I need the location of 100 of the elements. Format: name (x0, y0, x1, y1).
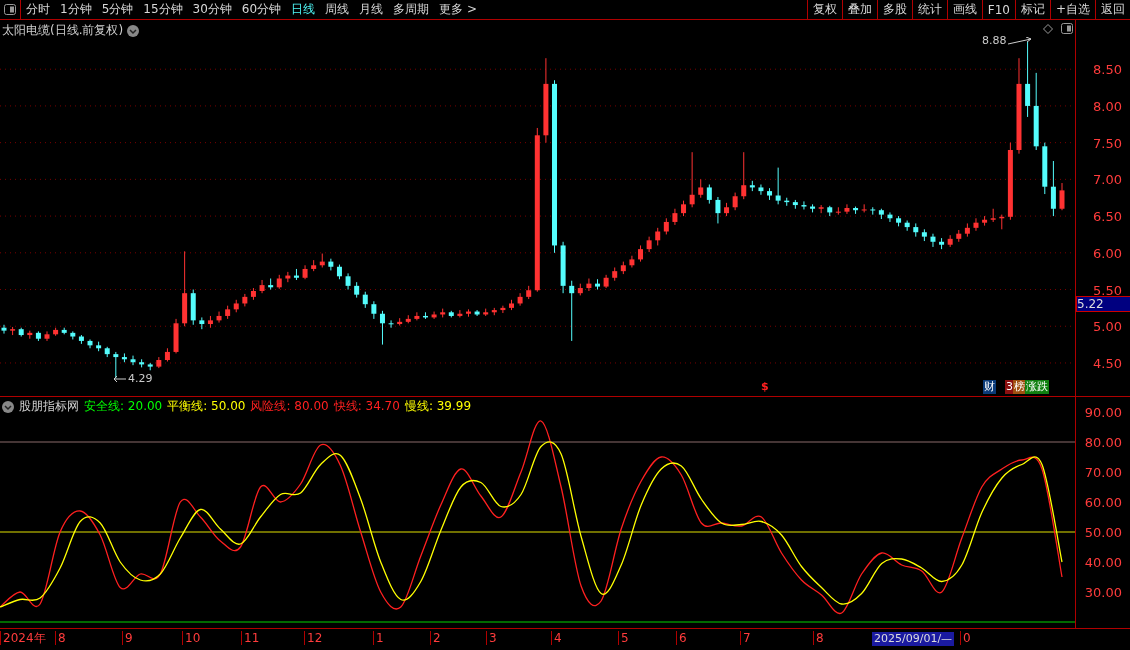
candlestick (44, 330, 50, 342)
date-axis-label: 9 (122, 631, 133, 645)
date-axis-label: 6 (676, 631, 687, 645)
legend-item: 平衡线: 50.00 (167, 398, 246, 415)
candlestick (835, 206, 841, 216)
candlestick (715, 196, 721, 224)
legend-item: 快线: 34.70 (333, 398, 400, 415)
candlestick (930, 233, 936, 248)
toolbar-button[interactable]: 画线 (946, 0, 982, 19)
panel-toggle-icon[interactable] (4, 4, 16, 15)
toolbar-button[interactable]: 复权 (806, 0, 842, 19)
date-axis-label: 8 (813, 631, 824, 645)
candlestick (586, 278, 592, 292)
period-tab[interactable]: 15分钟 (138, 0, 188, 19)
toolbar-button[interactable]: 返回 (1095, 0, 1130, 19)
period-tab[interactable]: 月线 (354, 0, 389, 19)
date-axis-label: 2 (430, 631, 441, 645)
toolbar-button[interactable]: 标记 (1014, 0, 1050, 19)
candlestick (87, 338, 93, 349)
price-axis-label: 7.00 (1093, 172, 1122, 188)
period-tab[interactable]: 30分钟 (187, 0, 237, 19)
indicator-axis-label: 60.00 (1084, 494, 1122, 510)
indicator-axis-label: 50.00 (1084, 524, 1122, 540)
legend-item: 慢线: 39.99 (404, 398, 472, 415)
candlestick (844, 203, 850, 215)
period-tab[interactable]: 1分钟 (55, 0, 97, 19)
dropdown-icon[interactable] (127, 24, 140, 37)
candlestick (870, 206, 876, 216)
indicator-axis-label: 40.00 (1084, 554, 1122, 570)
period-tab[interactable]: 日线 (286, 0, 321, 19)
stock-title: 太阳电缆(日线.前复权) (2, 22, 124, 39)
candlestick (328, 258, 334, 271)
candlestick (1059, 182, 1065, 211)
date-axis-label: 11 (241, 631, 260, 645)
candlestick (414, 311, 420, 321)
candlestick (216, 311, 222, 324)
date-axis-label: 2024年 (0, 631, 46, 645)
price-axis-label: 8.00 (1093, 98, 1122, 114)
candlestick (1025, 40, 1031, 118)
date-axis-label: 0 (960, 631, 971, 645)
candlestick (706, 184, 712, 205)
date-axis-label: 12 (304, 631, 323, 645)
event-badge[interactable]: 财 (983, 380, 996, 394)
date-axis-label: 7 (740, 631, 751, 645)
toolbar-button[interactable]: 统计 (911, 0, 947, 19)
low-price-label: 4.29 (128, 372, 153, 385)
legend-item: 风险线: 80.00 (250, 398, 329, 415)
candlestick (698, 178, 704, 199)
candlestick (113, 351, 119, 379)
arrow-icon (113, 374, 127, 383)
candlestick (1, 324, 7, 335)
toolbar-button[interactable]: 叠加 (841, 0, 877, 19)
period-tab[interactable]: 5分钟 (96, 0, 139, 19)
arrow-icon (1007, 36, 1032, 45)
event-badge[interactable]: 涨跌 (1025, 380, 1049, 394)
toolbar-button[interactable]: F10 (981, 0, 1015, 19)
period-tab[interactable]: 多周期 (388, 0, 435, 19)
candlestick (130, 355, 136, 366)
toolbar-button[interactable]: +自选 (1049, 0, 1095, 19)
candlestick (285, 271, 291, 283)
event-mark[interactable]: $ (760, 380, 770, 394)
price-axis-label: 4.50 (1093, 355, 1122, 371)
candlestick (758, 184, 764, 196)
period-tab[interactable]: 60分钟 (236, 0, 287, 19)
period-tab[interactable]: 周线 (320, 0, 355, 19)
candlestick (689, 151, 695, 208)
candlestick (741, 151, 747, 200)
candlestick (431, 311, 437, 320)
price-axis-label: 6.00 (1093, 245, 1122, 261)
candlestick (775, 167, 781, 205)
indicator-axis-label: 90.00 (1084, 404, 1122, 420)
candlestick (569, 280, 575, 342)
indicator-name: 股朋指标网 (19, 398, 79, 415)
price-axis-label: 5.00 (1093, 319, 1122, 335)
candlestick (388, 319, 394, 329)
panel-toggle-icon[interactable] (1061, 23, 1073, 34)
candlestick (457, 309, 463, 318)
dropdown-icon[interactable] (2, 400, 14, 413)
high-price-label: 8.88 (982, 34, 1007, 47)
candlestick (973, 217, 979, 232)
date-axis-label: 8 (55, 631, 66, 645)
date-axis-label: 5 (618, 631, 629, 645)
period-tab[interactable]: 更多 > (434, 0, 482, 19)
date-axis-label: 4 (551, 631, 562, 645)
indicator-axis-label: 80.00 (1084, 434, 1122, 450)
indicator-axis-label: 30.00 (1084, 584, 1122, 600)
date-axis-label: 10 (182, 631, 201, 645)
price-axis-label: 5.50 (1093, 282, 1122, 298)
cursor-date-label: 2025/09/01/— (872, 632, 955, 646)
date-axis-label: 1 (373, 631, 384, 645)
price-axis-label: 7.50 (1093, 135, 1122, 151)
current-price-label: 5.22 (1076, 296, 1130, 312)
toolbar-button[interactable]: 多股 (876, 0, 912, 19)
indicator-axis-label: 70.00 (1084, 464, 1122, 480)
legend-item: 安全线: 20.00 (84, 398, 163, 415)
candlestick (259, 279, 265, 294)
candlestick (1050, 160, 1056, 217)
price-axis-label: 8.50 (1093, 62, 1122, 78)
candlestick (517, 292, 523, 307)
period-tab[interactable]: 分时 (21, 0, 55, 19)
